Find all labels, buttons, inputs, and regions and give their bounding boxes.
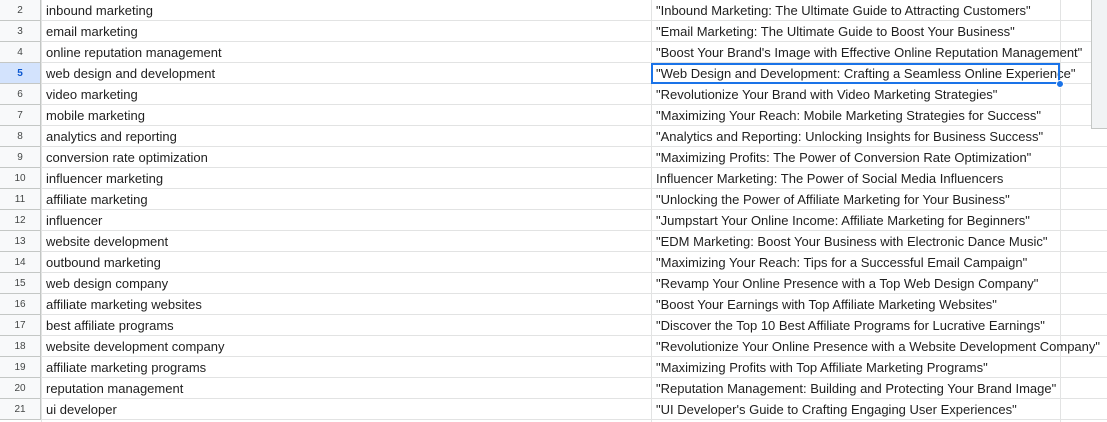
table-row: 10 influencer marketing Influencer Marketi… [0,168,1107,189]
keyword-cell[interactable]: outbound marketing [41,252,161,272]
keyword-cell[interactable]: influencer marketing [41,168,163,188]
keyword-cell[interactable]: affiliate marketing [41,189,148,209]
row-number-header[interactable]: 17 [0,315,41,336]
row-number-header[interactable]: 6 [0,84,41,105]
keyword-cell[interactable]: inbound marketing [41,0,153,20]
title-cell[interactable]: "Maximizing Your Reach: Mobile Marketing… [651,105,1041,125]
table-row: 14 outbound marketing "Maximizing Your Rea… [0,252,1107,273]
table-row: 7 mobile marketing "Maximizing Your Reach:… [0,105,1107,126]
row-number-header[interactable]: 12 [0,210,41,231]
title-cell[interactable]: "UI Developer's Guide to Crafting Engagi… [651,399,1017,419]
row-number-header[interactable]: 3 [0,21,41,42]
keyword-cell[interactable]: analytics and reporting [41,126,177,146]
table-row: 12 influencer "Jumpstart Your Online Incom… [0,210,1107,231]
title-cell[interactable]: "Maximizing Profits: The Power of Conver… [651,147,1031,167]
keyword-cell[interactable]: ui developer [41,399,117,419]
keyword-cell[interactable]: influencer [41,210,102,230]
row-number-header[interactable]: 5 [0,63,41,84]
row-number-header[interactable]: 14 [0,252,41,273]
table-row: 5 web design and development "Web Design a… [0,63,1107,84]
row-number-header[interactable]: 7 [0,105,41,126]
row-number-header[interactable]: 9 [0,147,41,168]
title-cell[interactable]: "Jumpstart Your Online Income: Affiliate… [651,210,1030,230]
row-number-header[interactable]: 10 [0,168,41,189]
table-row: 4 online reputation management "Boost Your… [0,42,1107,63]
table-row: 3 email marketing "Email Marketing: The Ul… [0,21,1107,42]
table-row: 19 affiliate marketing programs "Maximizin… [0,357,1107,378]
title-cell[interactable]: "Inbound Marketing: The Ultimate Guide t… [651,0,1031,20]
title-cell[interactable]: "Revolutionize Your Online Presence with… [651,336,1100,356]
table-row: 8 analytics and reporting "Analytics and R… [0,126,1107,147]
table-row: 16 affiliate marketing websites "Boost You… [0,294,1107,315]
title-cell[interactable]: "Revolutionize Your Brand with Video Mar… [651,84,997,104]
table-row: 15 web design company "Revamp Your Online … [0,273,1107,294]
keyword-cell[interactable]: website development company [41,336,225,356]
title-cell[interactable]: "Analytics and Reporting: Unlocking Insi… [651,126,1043,146]
title-cell[interactable]: "Revamp Your Online Presence with a Top … [651,273,1038,293]
row-number-header[interactable]: 15 [0,273,41,294]
table-row: 13 website development "EDM Marketing: Boo… [0,231,1107,252]
keyword-cell[interactable]: website development [41,231,168,251]
keyword-cell[interactable]: best affiliate programs [41,315,174,335]
title-cell[interactable]: "Maximizing Profits with Top Affiliate M… [651,357,988,377]
title-cell[interactable]: "Reputation Management: Building and Pro… [651,378,1056,398]
keyword-cell[interactable]: web design company [41,273,168,293]
title-cell[interactable]: "Unlocking the Power of Affiliate Market… [651,189,1010,209]
row-number-header[interactable]: 11 [0,189,41,210]
title-cell[interactable]: "Email Marketing: The Ultimate Guide to … [651,21,1015,41]
title-cell[interactable]: Influencer Marketing: The Power of Socia… [651,168,1003,188]
table-row: 2 inbound marketing "Inbound Marketing: Th… [0,0,1107,21]
table-row: 18 website development company "Revolution… [0,336,1107,357]
title-cell[interactable]: "Boost Your Earnings with Top Affiliate … [651,294,997,314]
title-cell[interactable]: "Maximizing Your Reach: Tips for a Succe… [651,252,1027,272]
side-panel-edge[interactable] [1091,0,1107,129]
table-row: 20 reputation management "Reputation Manag… [0,378,1107,399]
table-row: 11 affiliate marketing "Unlocking the Powe… [0,189,1107,210]
row-number-header[interactable]: 13 [0,231,41,252]
keyword-cell[interactable]: web design and development [41,63,215,83]
keyword-cell[interactable]: email marketing [41,21,138,41]
table-row: 17 best affiliate programs "Discover the T… [0,315,1107,336]
title-cell[interactable]: "Web Design and Development: Crafting a … [651,63,1075,83]
spreadsheet-grid[interactable]: 2 inbound marketing "Inbound Marketing: Th… [0,0,1107,422]
table-row: 9 conversion rate optimization "Maximizing… [0,147,1107,168]
keyword-cell[interactable]: conversion rate optimization [41,147,208,167]
row-number-header[interactable]: 4 [0,42,41,63]
fill-handle[interactable] [1056,80,1064,88]
row-number-header[interactable]: 18 [0,336,41,357]
row-number-header[interactable]: 16 [0,294,41,315]
row-number-header[interactable]: 21 [0,399,41,420]
keyword-cell[interactable]: video marketing [41,84,138,104]
row-number-header[interactable]: 2 [0,0,41,21]
title-cell[interactable]: "EDM Marketing: Boost Your Business with… [651,231,1047,251]
row-number-header[interactable]: 8 [0,126,41,147]
keyword-cell[interactable]: affiliate marketing programs [41,357,206,377]
table-row: 21 ui developer "UI Developer's Guide to C… [0,399,1107,420]
keyword-cell[interactable]: mobile marketing [41,105,145,125]
title-cell[interactable]: "Boost Your Brand's Image with Effective… [651,42,1082,62]
row-number-header[interactable]: 20 [0,378,41,399]
keyword-cell[interactable]: reputation management [41,378,183,398]
row-number-header[interactable]: 19 [0,357,41,378]
title-cell[interactable]: "Discover the Top 10 Best Affiliate Prog… [651,315,1045,335]
table-row: 6 video marketing "Revolutionize Your Bran… [0,84,1107,105]
keyword-cell[interactable]: affiliate marketing websites [41,294,202,314]
keyword-cell[interactable]: online reputation management [41,42,222,62]
